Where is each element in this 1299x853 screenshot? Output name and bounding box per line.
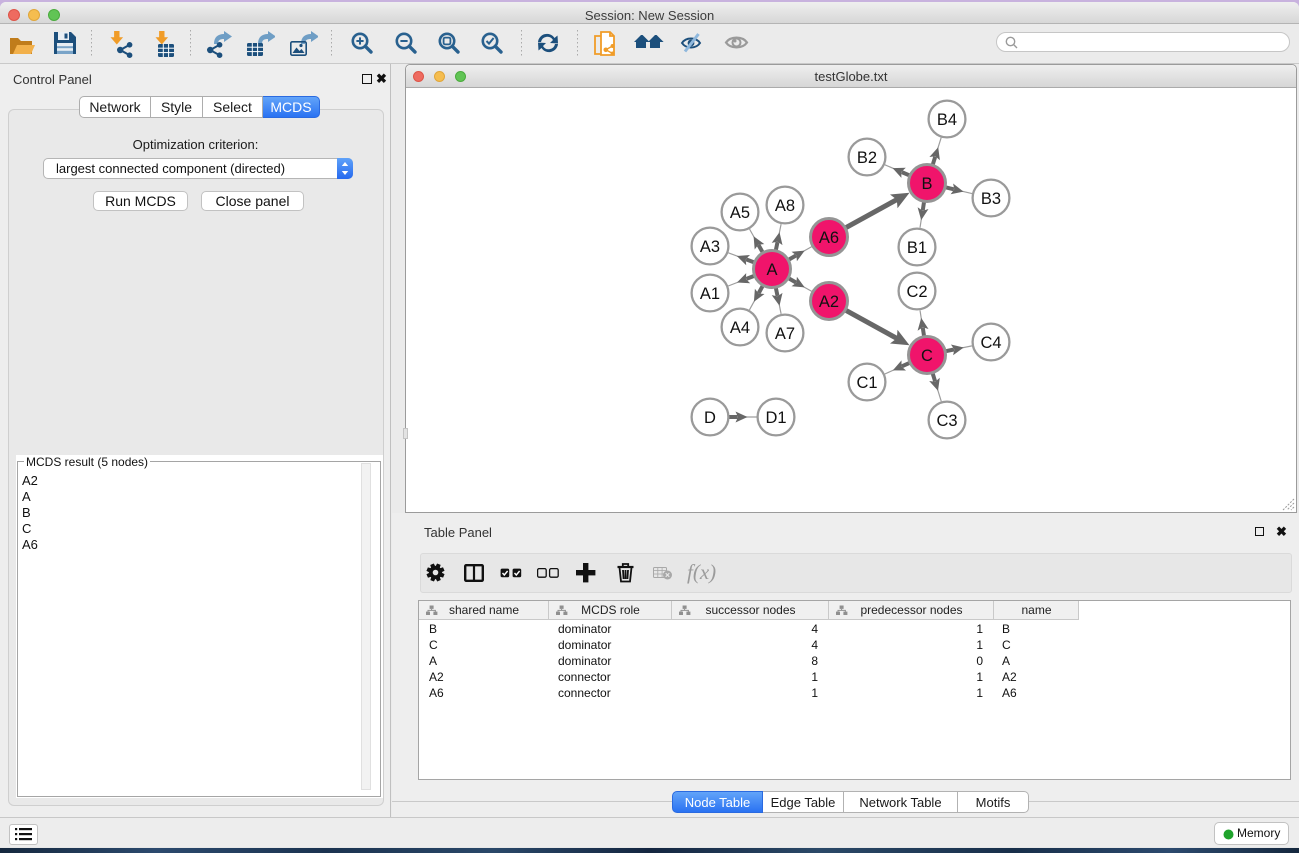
svg-text:D1: D1 [765, 409, 786, 427]
svg-text:C2: C2 [906, 283, 927, 301]
svg-text:A2: A2 [819, 293, 839, 311]
svg-text:A: A [766, 261, 777, 279]
svg-text:C1: C1 [856, 374, 877, 392]
svg-text:C4: C4 [980, 334, 1001, 352]
svg-text:B3: B3 [981, 190, 1001, 208]
svg-text:C: C [921, 347, 933, 365]
svg-text:A1: A1 [700, 285, 720, 303]
svg-text:A7: A7 [775, 325, 795, 343]
svg-text:A5: A5 [730, 204, 750, 222]
svg-text:D: D [704, 409, 716, 427]
svg-text:A6: A6 [819, 229, 839, 247]
svg-text:B1: B1 [907, 239, 927, 257]
svg-text:B2: B2 [857, 149, 877, 167]
svg-text:A3: A3 [700, 238, 720, 256]
svg-text:B4: B4 [937, 111, 957, 129]
svg-text:C3: C3 [936, 412, 957, 430]
svg-text:A4: A4 [730, 319, 750, 337]
svg-text:B: B [921, 175, 932, 193]
svg-text:A8: A8 [775, 197, 795, 215]
